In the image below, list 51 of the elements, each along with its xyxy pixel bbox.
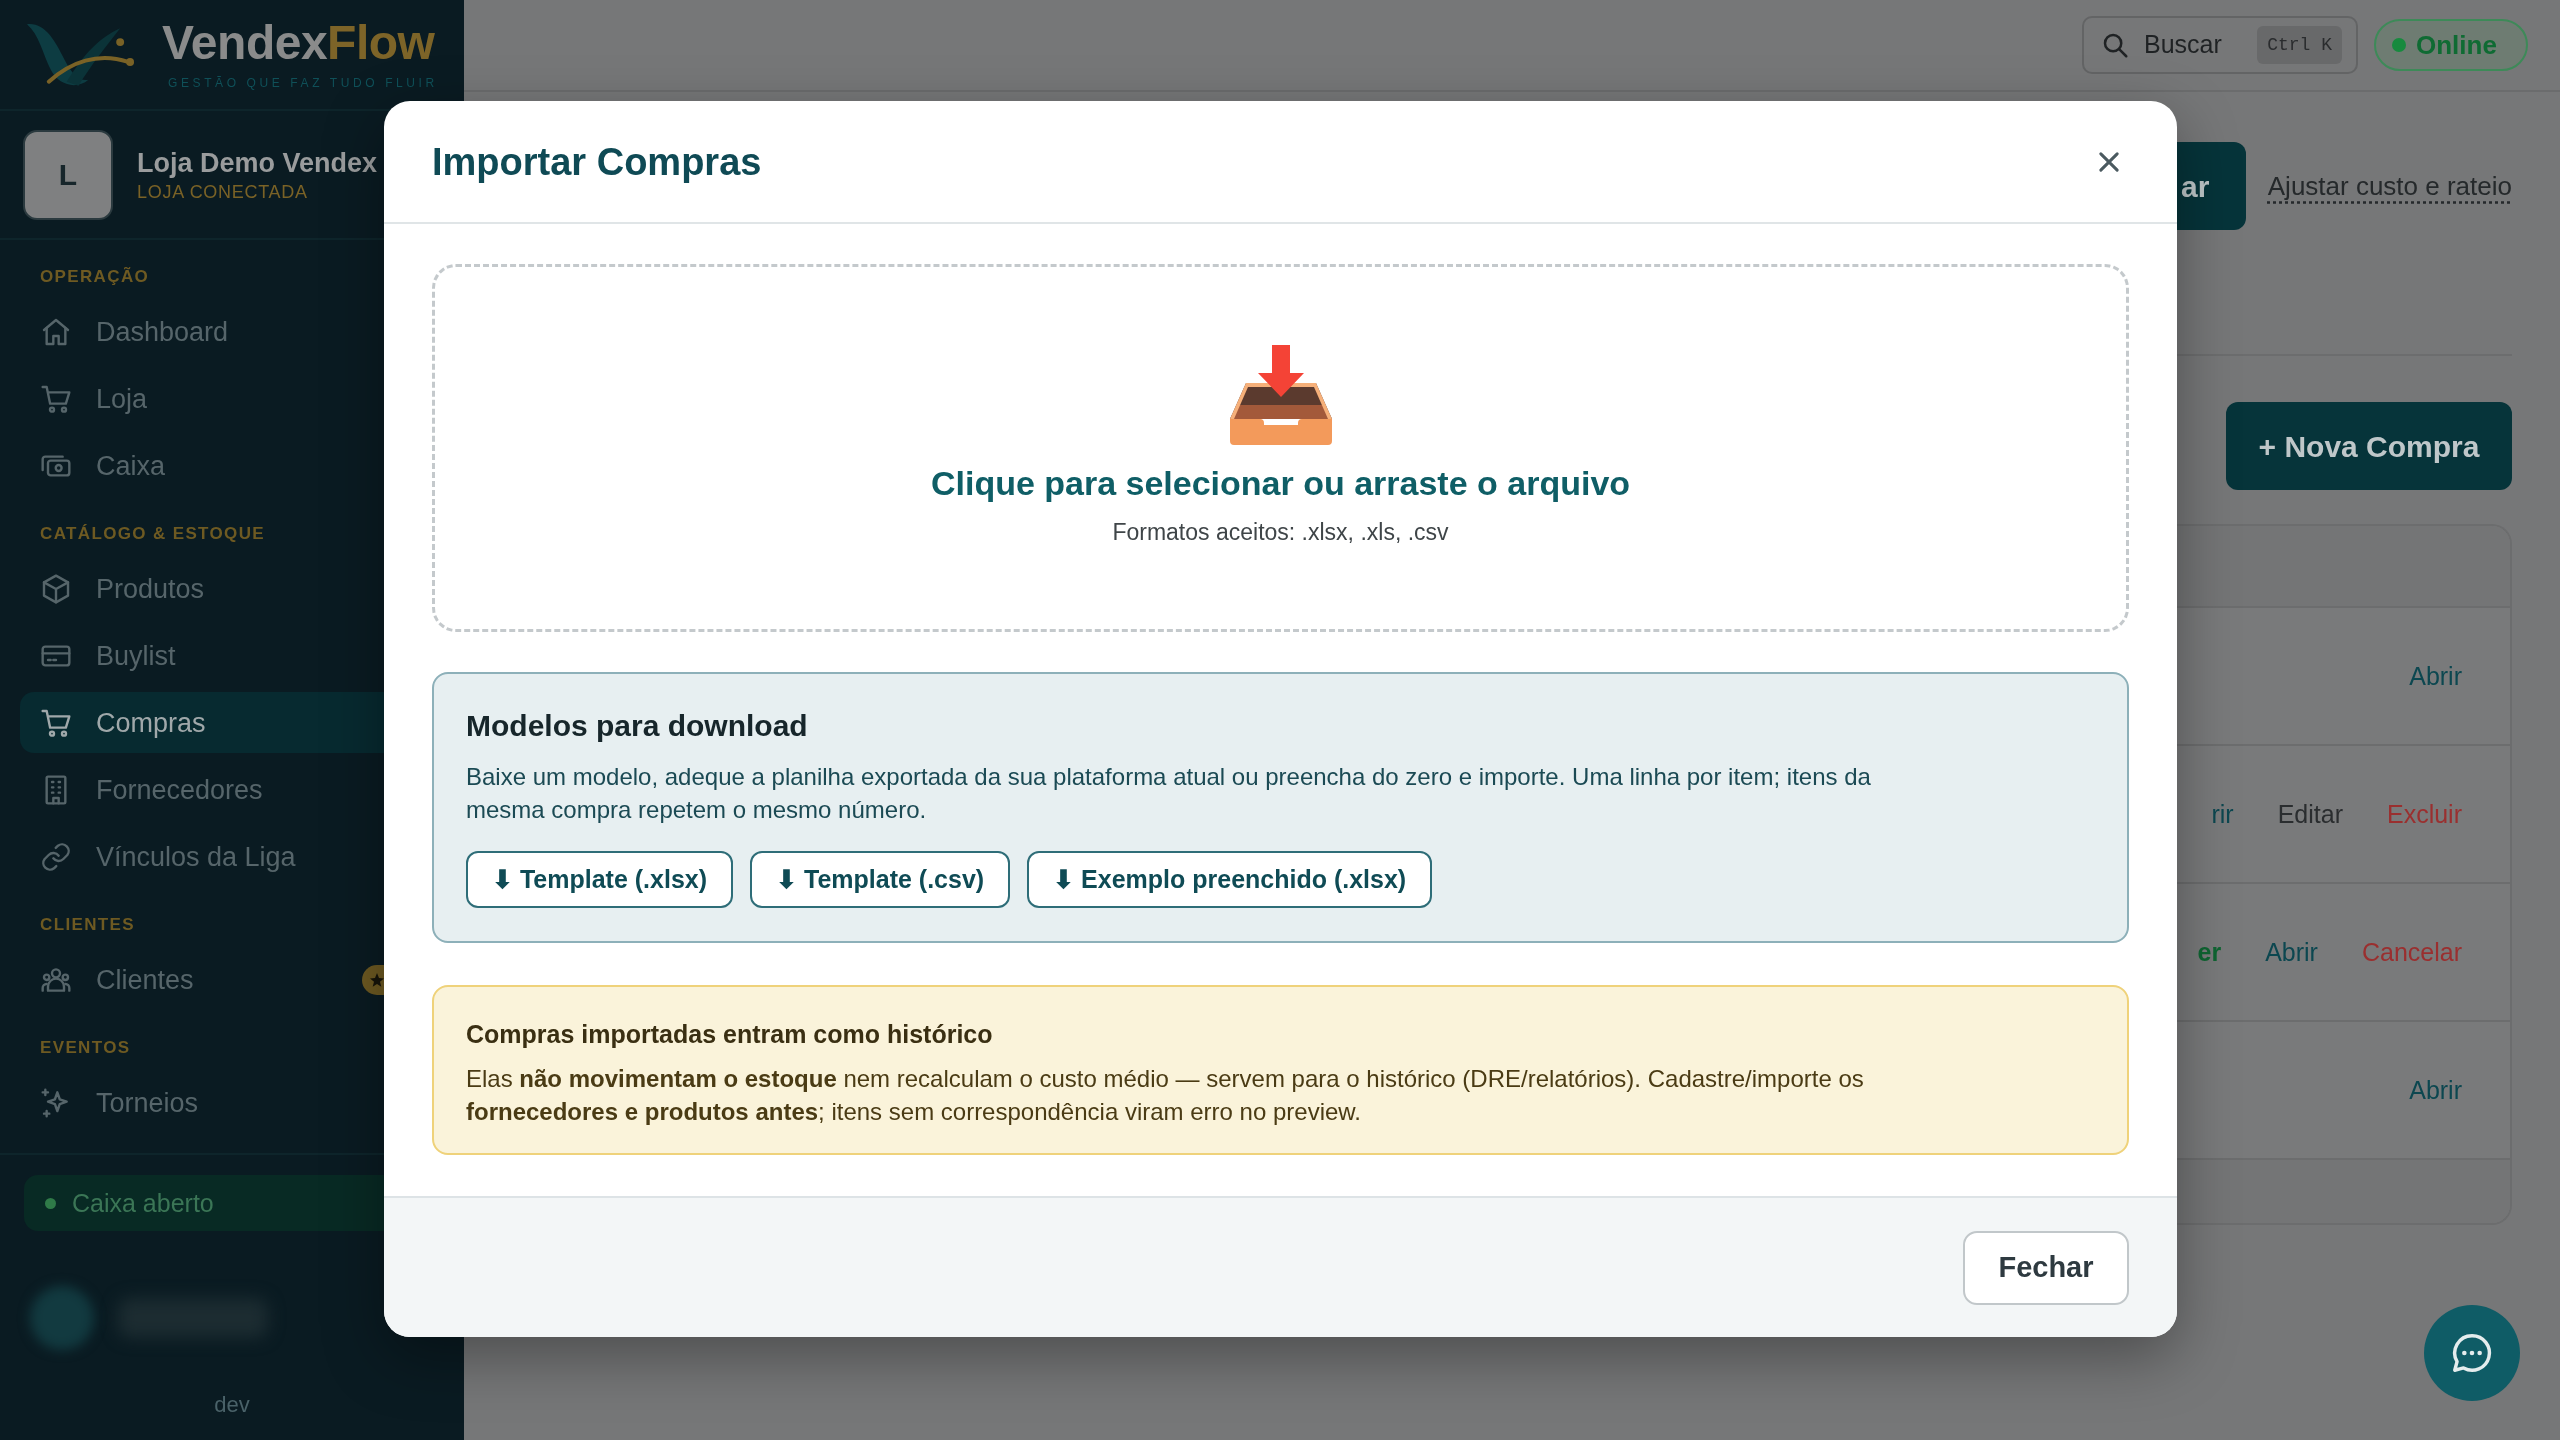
sidebar-item[interactable]: Buylist	[20, 625, 384, 686]
table-action-link[interactable]: Editar	[2277, 799, 2343, 829]
section-title: CLIENTES	[39, 914, 135, 936]
sidebar-item[interactable]: Produtos	[20, 558, 384, 619]
panel-text: Baixe um modelo, adeque a planilha exportada da sua plataforma atual ou preencha do zero e importe. Uma linha por item; itens da mesma compra repetem o mesmo número.	[466, 762, 1872, 825]
cube-icon	[40, 572, 72, 605]
download-template-button[interactable]: ⬇ Template (.xlsx)	[466, 851, 734, 908]
dropzone-hint: Formatos aceitos: .xlsx, .xls, .csv	[1112, 518, 1449, 547]
sidebar-item[interactable]: Fornecedores	[20, 759, 384, 820]
close-dialog-button[interactable]: Fechar	[1963, 1230, 2129, 1305]
table-action-link[interactable]: rir	[2211, 799, 2234, 829]
table-action-link[interactable]: Cancelar	[2361, 937, 2462, 967]
link-icon	[40, 840, 72, 873]
table-action-link[interactable]: Abrir	[2409, 661, 2462, 691]
status-label: Online	[2416, 30, 2497, 60]
sidebar-item[interactable]: Loja	[20, 368, 384, 429]
notice-title: Compras importadas entram como histórico	[466, 1019, 993, 1049]
sidebar-item[interactable]: Torneios	[20, 1072, 384, 1133]
sidebar-item[interactable]: Caixa	[20, 435, 384, 496]
section-title: EVENTOS	[39, 1037, 131, 1059]
blurred-avatar	[30, 1286, 94, 1350]
header-action-button[interactable]: ar	[2177, 142, 2246, 230]
adjust-cost-link[interactable]: Ajustar custo e rateio	[2267, 170, 2512, 202]
search-button[interactable]: Buscar Ctrl K	[2082, 16, 2358, 74]
notice-text: Elas não movimentam o estoque nem recalculam o custo médio — servem para o histórico (DRE/relatórios). Cadastre/importe os fornecedores e produtos antes; itens sem correspondência viram erro no preview.	[466, 1064, 1865, 1127]
section-title: OPERAÇÃO	[39, 266, 150, 288]
table-action-link[interactable]: Abrir	[2409, 1075, 2462, 1105]
brand-name: VendexFlow	[162, 20, 436, 66]
table-action-link[interactable]: Excluir	[2387, 799, 2462, 829]
sidebar-item[interactable]: Vínculos da Liga	[20, 826, 384, 887]
panel-title: Modelos para download	[466, 708, 808, 744]
sidebar-item[interactable]: Dashboard	[20, 301, 384, 362]
store-name: Loja Demo Vendex	[137, 146, 378, 179]
keyboard-shortcut: Ctrl K	[2257, 26, 2342, 64]
cash-status-label: Caixa aberto	[72, 1188, 214, 1218]
sidebar-item[interactable]: Clientes	[20, 949, 384, 1010]
sidebar-item[interactable]: Compras	[20, 692, 384, 753]
file-dropzone[interactable]: Clique para selecionar ou arraste o arquivo Formatos aceitos: .xlsx, .xls, .csv	[432, 264, 2129, 632]
table-action-link[interactable]: er	[2197, 937, 2222, 967]
dropzone-title: Clique para selecionar ou arraste o arquivo	[930, 463, 1631, 503]
version-label: dev	[214, 1392, 250, 1418]
download-template-button[interactable]: ⬇ Exemplo preenchido (.xlsx)	[1027, 851, 1433, 908]
download-template-button[interactable]: ⬇ Template (.csv)	[750, 851, 1011, 908]
new-purchase-button[interactable]: + Nova Compra	[2226, 402, 2512, 490]
status-dot-icon	[2392, 38, 2406, 52]
section-title: CATÁLOGO & ESTOQUE	[39, 523, 266, 545]
store-status: LOJA CONECTADA	[137, 180, 309, 203]
dialog-title: Importar Compras	[432, 139, 762, 185]
table-action-link[interactable]: Abrir	[2265, 937, 2318, 967]
store-avatar: L	[23, 129, 113, 220]
status-dot-icon	[45, 1197, 56, 1209]
